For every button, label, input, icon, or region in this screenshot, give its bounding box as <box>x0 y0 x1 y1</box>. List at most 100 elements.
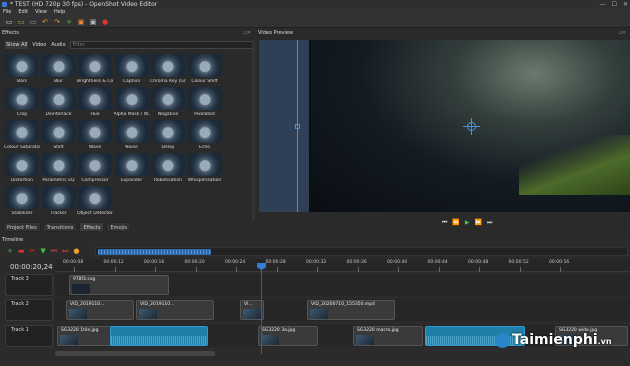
effect-item[interactable]: Robotisation <box>150 153 186 185</box>
save-project-icon[interactable]: ▭ <box>29 18 37 26</box>
effect-item[interactable]: Echo <box>187 120 223 152</box>
next-marker-icon[interactable]: ⏭ <box>62 247 68 258</box>
watermark-mark-icon <box>495 332 510 348</box>
effect-item[interactable]: Compressor <box>77 153 113 185</box>
jump-start-icon[interactable]: ⏮ <box>442 219 447 227</box>
timeline-overview-scrollbar[interactable] <box>95 247 628 256</box>
timeline-clip[interactable]: SG3220 macro.jpg <box>353 326 423 346</box>
menu-help[interactable]: Help <box>54 9 65 16</box>
razor-icon[interactable]: ✂ <box>30 247 36 258</box>
effect-item[interactable]: Object Detector <box>77 186 113 218</box>
play-icon[interactable]: ▶ <box>465 219 470 227</box>
video-frame[interactable] <box>259 40 630 212</box>
tab-emojis[interactable]: Emojis <box>106 222 131 232</box>
tab-audio[interactable]: Audio <box>50 41 66 49</box>
export-video-icon[interactable]: ● <box>101 18 109 26</box>
effect-item[interactable]: Stabilizer <box>4 186 40 218</box>
rewind-icon[interactable]: ⏪ <box>452 219 459 227</box>
effect-label: Echo <box>199 145 210 150</box>
menu-file[interactable]: File <box>3 9 11 16</box>
tab-project-files[interactable]: Project Files <box>3 222 41 232</box>
effect-item[interactable]: Colour Shift <box>187 54 223 86</box>
ruler-tick-label: 00:00:20 <box>184 260 205 265</box>
effect-label: Caption <box>122 79 141 84</box>
effect-item[interactable]: Crop <box>4 87 40 119</box>
effect-item[interactable]: Wave <box>77 120 113 152</box>
effect-item[interactable]: Whisperisation <box>187 153 223 185</box>
ruler-tick <box>438 267 440 272</box>
track-2-header[interactable]: Track 2 <box>5 299 53 321</box>
effects-filter-input[interactable]: Filter <box>69 41 255 49</box>
effect-label: Delay <box>161 145 175 150</box>
fast-forward-icon[interactable]: ⏩ <box>475 219 482 227</box>
timeline-horizontal-scrollbar[interactable] <box>55 351 215 356</box>
add-marker-icon[interactable]: ▼ <box>40 247 45 258</box>
effect-item[interactable]: Expander <box>114 153 150 185</box>
effect-item[interactable]: Parametric EQ <box>41 153 77 185</box>
timeline-clip[interactable]: SG3220 3a.jpg <box>258 326 318 346</box>
tab-video[interactable]: Video <box>31 41 47 49</box>
ruler-tick <box>276 267 278 272</box>
add-track-icon[interactable]: + <box>7 247 13 258</box>
tab-transitions[interactable]: Transitions <box>42 222 78 232</box>
effect-item[interactable]: Shift <box>41 120 77 152</box>
overview-waveform <box>98 250 211 254</box>
timeline-clip[interactable]: VID_20200710_155350.mp4 <box>307 300 395 320</box>
import-files-icon[interactable]: + <box>65 18 73 26</box>
track-3-lane[interactable]: 9T8f3.svg <box>55 274 630 296</box>
effect-item[interactable]: Brightness & Co... <box>77 54 113 86</box>
new-project-icon[interactable]: ▭ <box>5 18 13 26</box>
minimize-icon[interactable]: — <box>600 0 606 9</box>
effect-item[interactable]: Blur <box>41 54 77 86</box>
tab-effects[interactable]: Effects <box>79 222 105 232</box>
effect-item[interactable]: Hue <box>77 87 113 119</box>
jump-end-icon[interactable]: ⏭ <box>487 219 492 227</box>
timeline-ruler[interactable]: 00:00:08 00:00:12 00:00:16 00:00:20 00:00:24… <box>55 259 630 272</box>
timeline-clip[interactable]: VID_2019110... <box>136 300 214 320</box>
effect-item[interactable]: Caption <box>114 54 150 86</box>
effect-item[interactable]: Pixelated <box>187 87 223 119</box>
clip-thumbnail <box>356 335 374 345</box>
effect-label: Shift <box>53 145 64 150</box>
transition-clip[interactable] <box>110 326 208 346</box>
effect-item[interactable]: Chroma Key (Gr... <box>150 54 186 86</box>
timeline-clip[interactable]: SG3220 1tile.jpg <box>57 326 112 346</box>
effect-item[interactable]: Colour Saturation <box>4 120 40 152</box>
effect-item[interactable]: Bars <box>4 54 40 86</box>
tracker-handle[interactable] <box>295 124 300 129</box>
effect-item[interactable]: Alpha Mask / W... <box>114 87 150 119</box>
effect-item[interactable]: Distortion <box>4 153 40 185</box>
track-1-header[interactable]: Track 1 <box>5 325 53 347</box>
fullscreen-icon[interactable]: ▣ <box>89 18 97 26</box>
effect-label: Crop <box>16 112 28 117</box>
choose-profile-icon[interactable]: ▣ <box>77 18 85 26</box>
open-project-icon[interactable]: ▭ <box>17 18 25 26</box>
track-label: Track 3 <box>11 276 29 282</box>
playhead-line[interactable] <box>261 266 262 354</box>
effect-item[interactable]: Noise <box>114 120 150 152</box>
effect-item[interactable]: Deinterlace <box>41 87 77 119</box>
timeline-clip[interactable]: 9T8f3.svg <box>69 275 169 295</box>
previous-marker-icon[interactable]: ⏮ <box>51 247 57 258</box>
timeline-clip[interactable]: VID_2019110... <box>66 300 134 320</box>
menu-bar: File Edit View Help <box>0 9 630 16</box>
snap-icon[interactable]: ▬ <box>18 247 25 258</box>
close-icon[interactable]: ✕ <box>623 0 628 9</box>
redo-icon[interactable]: ↷ <box>53 18 61 26</box>
maximize-icon[interactable]: ☐ <box>612 0 617 9</box>
clip-name: VID_20200710_155350.mp4 <box>311 302 375 307</box>
menu-edit[interactable]: Edit <box>18 9 28 16</box>
tab-show-all[interactable]: Show All <box>5 41 29 49</box>
track-2-lane[interactable]: VID_2019110... VID_2019110... VI... VID_… <box>55 299 630 321</box>
panel-dock-controls[interactable]: ▫✕ <box>243 29 251 37</box>
effect-item[interactable]: Tracker <box>41 186 77 218</box>
effect-item[interactable]: Delay <box>150 120 186 152</box>
preview-dock-controls[interactable]: ▫✕ <box>618 29 626 37</box>
menu-view[interactable]: View <box>35 9 47 16</box>
watermark-logo: Taimienphi.vn <box>495 332 612 348</box>
center-playhead-icon[interactable]: ● <box>73 247 79 258</box>
effect-item[interactable]: Negative <box>150 87 186 119</box>
undo-icon[interactable]: ↶ <box>41 18 49 26</box>
effects-scrollbar[interactable] <box>252 40 255 220</box>
track-3-header[interactable]: Track 3 <box>5 274 53 296</box>
